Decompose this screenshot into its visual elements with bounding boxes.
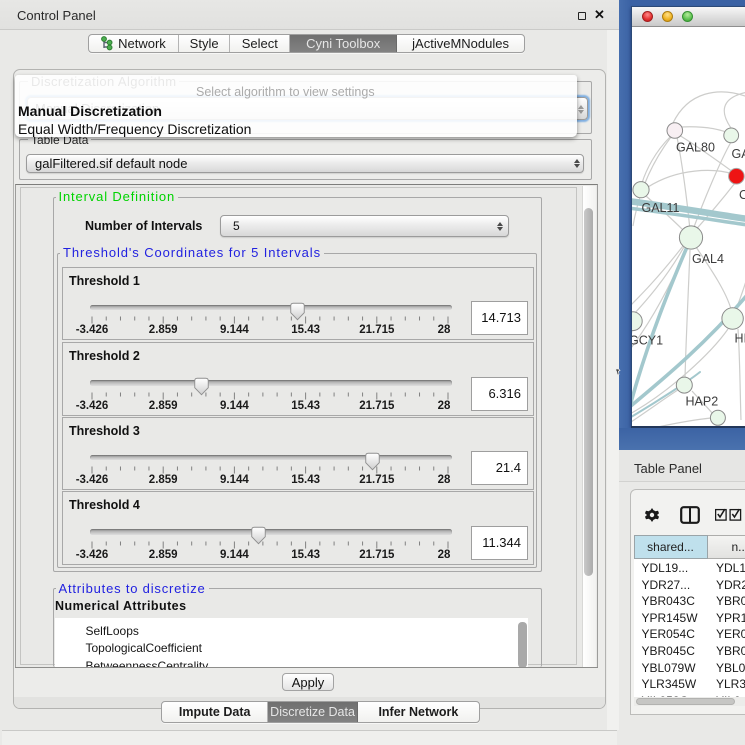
svg-text:GAL11: GAL11	[642, 201, 680, 215]
svg-text:GA: GA	[732, 147, 745, 161]
svg-text:HI: HI	[735, 332, 745, 346]
svg-text:GAL80: GAL80	[676, 141, 715, 155]
svg-text:GCY1: GCY1	[632, 334, 663, 348]
svg-text:HAP2: HAP2	[686, 395, 719, 409]
svg-text:CY: CY	[739, 188, 745, 202]
svg-text:GAL4: GAL4	[692, 252, 724, 266]
